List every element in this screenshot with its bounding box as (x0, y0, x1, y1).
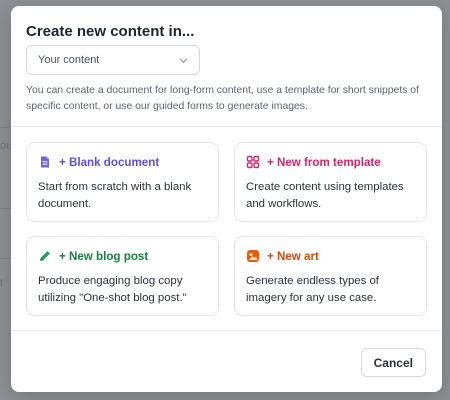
destination-select-value: Your content (38, 54, 100, 66)
pen-icon (38, 249, 52, 263)
divider (11, 330, 442, 331)
new-art-title: + New art (267, 249, 319, 263)
blank-document-description: Start from scratch with a blank document… (38, 181, 192, 210)
new-from-template-card[interactable]: + New from template Create content using… (234, 142, 427, 222)
modal-description: You can create a document for long-form … (26, 85, 419, 112)
cancel-button[interactable]: Cancel (360, 348, 426, 377)
chevron-down-icon (179, 58, 188, 63)
destination-select[interactable]: Your content (26, 45, 200, 75)
document-icon (38, 155, 52, 169)
new-blog-post-card[interactable]: + New blog post Produce engaging blog co… (26, 236, 219, 316)
new-art-description: Generate endless types of imagery for an… (246, 275, 379, 304)
create-content-modal: Create new content in... Your content Yo… (11, 6, 442, 392)
new-blog-post-description: Produce engaging blog copy utilizing "On… (38, 275, 187, 304)
new-from-template-description: Create content using templates and workf… (246, 181, 404, 210)
modal-title: Create new content in... (26, 23, 195, 40)
art-icon (246, 249, 260, 263)
blank-document-card[interactable]: + Blank document Start from scratch with… (26, 142, 219, 222)
new-blog-post-title: + New blog post (59, 249, 149, 263)
new-art-card[interactable]: + New art Generate endless types of imag… (234, 236, 427, 316)
blank-document-title: + Blank document (59, 155, 160, 169)
template-grid-icon (246, 155, 260, 169)
divider (11, 126, 442, 127)
new-from-template-title: + New from template (267, 155, 381, 169)
background-text: t (0, 277, 4, 289)
